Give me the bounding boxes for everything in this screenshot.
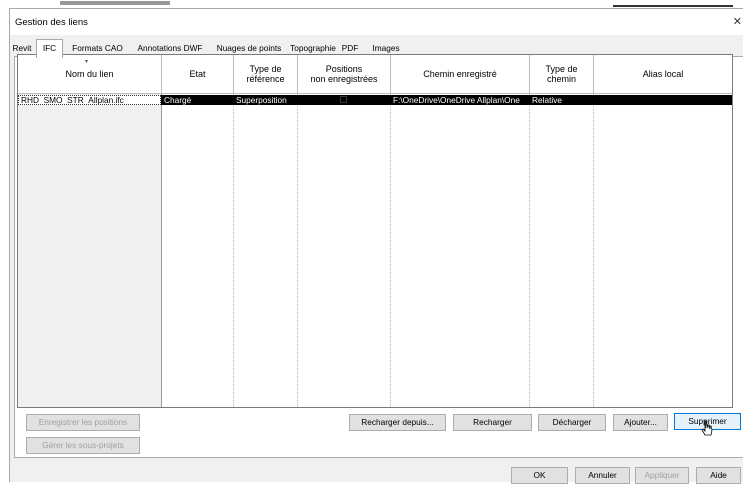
close-icon[interactable]: ✕ bbox=[733, 15, 742, 28]
cell-type-reference[interactable]: Superposition bbox=[234, 95, 297, 105]
cell-alias-local[interactable] bbox=[594, 95, 732, 105]
name-column-background bbox=[18, 94, 162, 407]
column-divider bbox=[233, 94, 234, 407]
table-row-selected[interactable]: RHD_SMO_STR_Allplan.ifc Chargé Superposi… bbox=[18, 95, 732, 105]
cell-chemin[interactable]: F:\OneDrive\OneDrive Allplan\One bbox=[391, 95, 529, 105]
column-header-positions[interactable]: Positions non enregistrées bbox=[298, 55, 391, 94]
tab-revit[interactable]: Revit bbox=[10, 41, 34, 55]
mouse-cursor-icon bbox=[701, 420, 713, 436]
tab-topographie[interactable]: Topographie bbox=[287, 41, 339, 55]
reload-button[interactable]: Recharger bbox=[453, 414, 532, 431]
tab-formats-cao[interactable]: Formats CAO bbox=[66, 41, 129, 55]
column-header-nom-du-lien[interactable]: ▾ Nom du lien bbox=[18, 55, 162, 94]
tab-nuages-de-points[interactable]: Nuages de points bbox=[211, 41, 287, 55]
column-header-etat[interactable]: Etat bbox=[162, 55, 234, 94]
unload-button[interactable]: Décharger bbox=[538, 414, 606, 431]
column-header-type-reference[interactable]: Type de référence bbox=[234, 55, 298, 94]
positions-checkbox[interactable] bbox=[340, 96, 347, 103]
cell-positions[interactable] bbox=[298, 95, 390, 105]
dialog-title: Gestion des liens bbox=[15, 17, 88, 28]
help-button[interactable]: Aide bbox=[696, 467, 741, 484]
column-divider bbox=[390, 94, 391, 407]
background-window-strip bbox=[0, 0, 743, 7]
reload-from-button[interactable]: Recharger depuis... bbox=[349, 414, 446, 431]
background-bar bbox=[613, 5, 733, 7]
add-button[interactable]: Ajouter... bbox=[613, 414, 668, 431]
title-bar: Gestion des liens ✕ bbox=[10, 9, 743, 35]
save-positions-button[interactable]: Enregistrer les positions bbox=[26, 414, 140, 431]
column-header-alias-local[interactable]: Alias local bbox=[594, 55, 732, 94]
cell-nom-du-lien[interactable]: RHD_SMO_STR_Allplan.ifc bbox=[18, 95, 161, 105]
tab-ifc[interactable]: IFC bbox=[36, 39, 63, 58]
column-header-type-chemin[interactable]: Type de chemin bbox=[530, 55, 594, 94]
tab-pdf[interactable]: PDF bbox=[340, 41, 360, 55]
ok-button[interactable]: OK bbox=[511, 467, 568, 484]
cancel-button[interactable]: Annuler bbox=[575, 467, 630, 484]
cell-type-chemin[interactable]: Relative bbox=[530, 95, 593, 105]
column-divider bbox=[529, 94, 530, 407]
cell-etat[interactable]: Chargé bbox=[162, 95, 233, 105]
background-text-fragment bbox=[60, 1, 170, 5]
links-table: ▾ Nom du lien Etat Type de référence Pos… bbox=[17, 54, 733, 408]
column-divider bbox=[593, 94, 594, 407]
apply-button[interactable]: Appliquer bbox=[635, 467, 689, 484]
sort-arrow-icon: ▾ bbox=[85, 59, 89, 65]
tab-annotations-dwf[interactable]: Annotations DWF bbox=[131, 41, 209, 55]
manage-subprojects-button[interactable]: Gérer les sous-projets bbox=[26, 437, 140, 454]
tab-images[interactable]: Images bbox=[368, 41, 404, 55]
column-header-chemin-enregistre[interactable]: Chemin enregistré bbox=[391, 55, 530, 94]
column-divider bbox=[297, 94, 298, 407]
